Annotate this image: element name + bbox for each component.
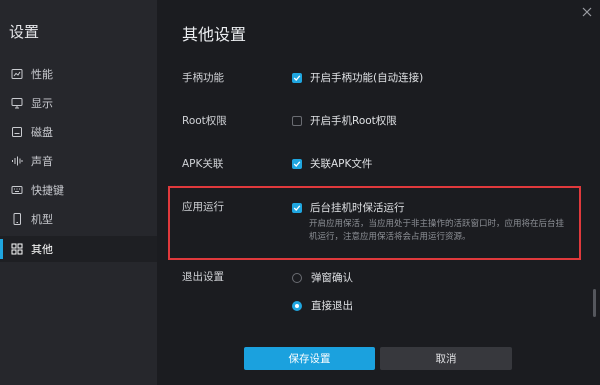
apk-option[interactable]: 关联APK文件 xyxy=(292,156,372,171)
sidebar-item-label: 显示 xyxy=(31,97,53,110)
sidebar-item-performance[interactable]: 性能 xyxy=(0,61,157,87)
save-button[interactable]: 保存设置 xyxy=(244,347,375,370)
checkbox-checked-icon[interactable] xyxy=(292,158,302,169)
performance-icon xyxy=(11,68,23,80)
sidebar-item-sound[interactable]: 声音 xyxy=(0,148,157,174)
exit-label: 退出设置 xyxy=(182,271,224,283)
sidebar-item-hotkeys[interactable]: 快捷键 xyxy=(0,177,157,203)
apk-label: APK关联 xyxy=(182,158,224,170)
sidebar: 设置 性能 显示 磁盘 声音 快捷键 机型 其他 xyxy=(0,0,157,385)
sidebar-item-label: 性能 xyxy=(31,68,53,81)
sidebar-item-label: 声音 xyxy=(31,155,53,168)
keyboard-icon xyxy=(11,184,23,196)
cancel-button[interactable]: 取消 xyxy=(380,347,512,370)
sidebar-item-label: 磁盘 xyxy=(31,126,53,139)
root-option[interactable]: 开启手机Root权限 xyxy=(292,113,397,128)
sound-icon xyxy=(11,155,23,167)
checkbox-unchecked-icon[interactable] xyxy=(292,115,302,126)
apk-option-label: 关联APK文件 xyxy=(310,158,373,170)
sidebar-item-label: 机型 xyxy=(31,213,53,226)
gamepad-option[interactable]: 开启手柄功能(自动连接) xyxy=(292,70,423,85)
root-label: Root权限 xyxy=(182,115,227,127)
scrollbar[interactable] xyxy=(593,289,596,317)
sidebar-item-model[interactable]: 机型 xyxy=(0,206,157,232)
app-run-option-label: 后台挂机时保活运行 xyxy=(310,202,405,214)
radio-selected-icon[interactable] xyxy=(292,300,302,311)
sidebar-item-label: 快捷键 xyxy=(31,184,64,197)
sidebar-item-label: 其他 xyxy=(31,243,53,256)
sidebar-title: 设置 xyxy=(9,23,40,41)
phone-icon xyxy=(11,213,23,225)
radio-unselected-icon[interactable] xyxy=(292,272,302,283)
monitor-icon xyxy=(11,97,23,109)
checkbox-checked-icon[interactable] xyxy=(292,202,302,213)
sidebar-item-display[interactable]: 显示 xyxy=(0,90,157,116)
close-icon[interactable] xyxy=(580,4,594,18)
exit-option-direct[interactable]: 直接退出 xyxy=(292,298,353,313)
exit-option-confirm[interactable]: 弹窗确认 xyxy=(292,270,353,285)
app-run-option[interactable]: 后台挂机时保活运行 xyxy=(292,200,405,215)
checkbox-checked-icon[interactable] xyxy=(292,72,302,83)
app-run-label: 应用运行 xyxy=(182,201,224,213)
gamepad-label: 手柄功能 xyxy=(182,72,224,84)
app-run-description: 开启应用保活，当应用处于非主操作的活跃窗口时，应用将在后台挂机运行，注意应用保活… xyxy=(309,219,565,242)
root-option-label: 开启手机Root权限 xyxy=(310,115,397,127)
sidebar-item-disk[interactable]: 磁盘 xyxy=(0,119,157,145)
gamepad-option-label: 开启手柄功能(自动连接) xyxy=(310,72,424,84)
sidebar-item-other[interactable]: 其他 xyxy=(0,236,157,262)
exit-option-label: 直接退出 xyxy=(311,300,353,312)
disk-icon xyxy=(11,126,23,138)
exit-option-label: 弹窗确认 xyxy=(311,272,353,284)
page-title: 其他设置 xyxy=(182,25,247,44)
grid-icon xyxy=(11,243,23,255)
